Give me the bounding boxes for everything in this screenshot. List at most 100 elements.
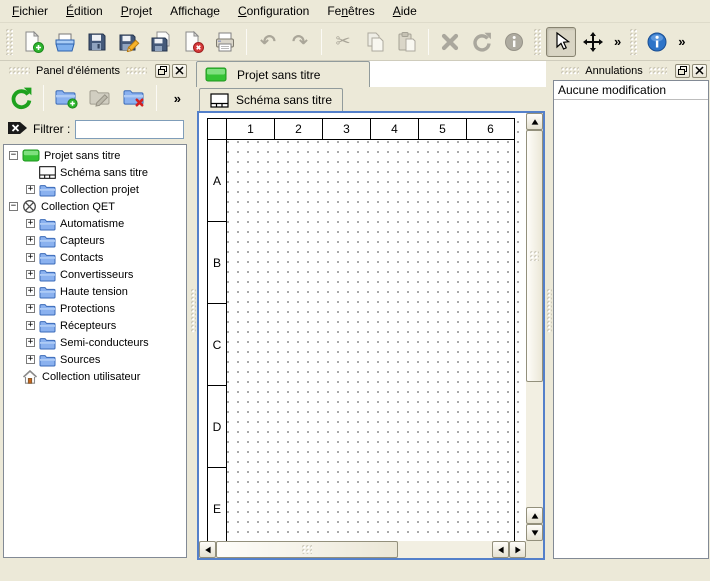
copy-button[interactable] xyxy=(360,27,390,57)
undo-list-item[interactable]: Aucune modification xyxy=(554,81,708,100)
menu-item-fenetres[interactable]: Fenêtres xyxy=(318,1,383,21)
tab-project-label: Projet sans titre xyxy=(237,68,320,82)
float-panel-button[interactable] xyxy=(675,64,690,78)
menu-item-aide[interactable]: Aide xyxy=(384,1,426,21)
toolbar-extension-button[interactable]: » xyxy=(675,34,688,49)
expand-icon[interactable]: + xyxy=(26,355,35,364)
tree-item-label: Automatisme xyxy=(60,218,124,230)
column-header-6: 6 xyxy=(467,118,515,140)
new-category-button[interactable] xyxy=(50,83,82,113)
scroll-up-button[interactable] xyxy=(526,113,543,130)
tree-item-collection-projet[interactable]: +Collection projet xyxy=(4,181,186,198)
row-header-c: C xyxy=(207,304,227,386)
expand-icon[interactable]: + xyxy=(26,287,35,296)
edit-category-button[interactable] xyxy=(84,83,116,113)
info-button[interactable] xyxy=(499,27,529,57)
tab-project[interactable]: Projet sans titre xyxy=(196,61,370,87)
menu-item-edition[interactable]: Édition xyxy=(57,1,112,21)
tree-item-label: Protections xyxy=(60,303,115,315)
tree-item-collection-utilisateur[interactable]: Collection utilisateur xyxy=(4,368,186,385)
move-mode-icon xyxy=(581,30,605,54)
toolbar-extension-button[interactable]: » xyxy=(611,34,624,49)
clear-filter-icon[interactable] xyxy=(6,120,28,139)
folder-icon xyxy=(39,285,56,299)
tree-item-contacts[interactable]: +Contacts xyxy=(4,249,186,266)
tree-item-protections[interactable]: + Protections xyxy=(4,300,186,317)
tree-item-sources[interactable]: +Sources xyxy=(4,351,186,368)
tree-item-label: Collection QET xyxy=(41,201,115,213)
expand-icon[interactable]: + xyxy=(26,185,35,194)
expand-icon[interactable]: + xyxy=(26,270,35,279)
rotate-button[interactable] xyxy=(467,27,497,57)
project-folder-icon xyxy=(22,149,40,162)
collections-tree: −Projet sans titreSchéma sans titre+Coll… xyxy=(3,144,187,558)
collapse-icon[interactable]: − xyxy=(9,151,18,160)
tree-item-haute-tension[interactable]: +Haute tension xyxy=(4,283,186,300)
undo-button[interactable]: ↶ xyxy=(253,27,283,57)
schema-icon xyxy=(210,93,229,108)
toolbar-separator xyxy=(246,29,247,55)
expand-icon[interactable]: + xyxy=(26,338,35,347)
arrow-left-icon xyxy=(204,542,212,557)
expand-icon[interactable]: + xyxy=(26,321,35,330)
close-panel-button[interactable] xyxy=(172,64,187,78)
tree-item-recepteurs[interactable]: +Récepteurs xyxy=(4,317,186,334)
toolbar-extension-button[interactable]: » xyxy=(171,91,184,106)
cut-button[interactable]: ✂ xyxy=(328,27,358,57)
save-all-button[interactable] xyxy=(146,27,176,57)
redo-button[interactable]: ↷ xyxy=(285,27,315,57)
drawing-area[interactable] xyxy=(227,140,515,541)
menu-item-affichage[interactable]: Affichage xyxy=(161,1,229,21)
move-mode-button[interactable] xyxy=(578,27,608,57)
tree-item-capteurs[interactable]: +Capteurs xyxy=(4,232,186,249)
close-document-button[interactable] xyxy=(178,27,208,57)
menu-item-projet[interactable]: Projet xyxy=(112,1,161,21)
horizontal-scroll-thumb[interactable] xyxy=(216,541,398,558)
expand-icon[interactable]: + xyxy=(26,236,35,245)
main-area: Panel d'éléments » Filtrer : −Projet san… xyxy=(0,61,710,561)
scroll-up-button-bottom[interactable] xyxy=(526,507,543,524)
elements-panel-titlebar[interactable]: Panel d'éléments xyxy=(0,61,190,80)
scroll-left-button-right[interactable] xyxy=(492,541,509,558)
print-button[interactable] xyxy=(210,27,240,57)
tree-item-automatisme[interactable]: + Automatisme xyxy=(4,215,186,232)
menu-item-fichier[interactable]: Fichier xyxy=(3,1,57,21)
delete-button[interactable] xyxy=(435,27,465,57)
undo-panel-titlebar[interactable]: Annulations xyxy=(552,61,710,80)
expand-icon[interactable]: + xyxy=(26,304,35,313)
select-mode-button[interactable] xyxy=(546,27,576,57)
save-button[interactable] xyxy=(82,27,112,57)
tree-item-semi-conducteurs[interactable]: +Semi-conducteurs xyxy=(4,334,186,351)
paste-icon xyxy=(395,30,419,54)
filter-input[interactable] xyxy=(75,120,184,139)
collapse-icon[interactable]: − xyxy=(9,202,18,211)
scroll-left-button[interactable] xyxy=(199,541,216,558)
tree-item-projet-sans-titre[interactable]: −Projet sans titre xyxy=(4,147,186,164)
undo-panel-dock: Annulations Aucune modification xyxy=(552,61,710,561)
save-all-icon xyxy=(149,30,173,54)
expand-icon[interactable]: + xyxy=(26,219,35,228)
vertical-scrollbar[interactable] xyxy=(526,113,543,541)
tab-schema[interactable]: Schéma sans titre xyxy=(199,88,343,111)
tree-item-schema-sans-titre[interactable]: Schéma sans titre xyxy=(4,164,186,181)
float-panel-button[interactable] xyxy=(155,64,170,78)
diagram-canvas[interactable]: 123456 ABCDE xyxy=(199,113,526,541)
save-as-button[interactable] xyxy=(114,27,144,57)
new-document-button[interactable] xyxy=(18,27,48,57)
delete-category-button[interactable] xyxy=(118,83,150,113)
paste-button[interactable] xyxy=(392,27,422,57)
elements-panel-title: Panel d'éléments xyxy=(36,65,120,77)
tree-item-convertisseurs[interactable]: +Convertisseurs xyxy=(4,266,186,283)
menu-item-configuration[interactable]: Configuration xyxy=(229,1,318,21)
toolbar-separator xyxy=(321,29,322,55)
scroll-right-button[interactable] xyxy=(509,541,526,558)
tree-item-collection-qet[interactable]: − Collection QET xyxy=(4,198,186,215)
open-project-button[interactable] xyxy=(50,27,80,57)
expand-icon[interactable]: + xyxy=(26,253,35,262)
reload-collections-button[interactable] xyxy=(5,83,37,113)
about-button[interactable] xyxy=(642,27,672,57)
scroll-down-button[interactable] xyxy=(526,524,543,541)
close-panel-button[interactable] xyxy=(692,64,707,78)
horizontal-scrollbar[interactable] xyxy=(199,541,526,558)
vertical-scroll-thumb[interactable] xyxy=(526,130,543,382)
